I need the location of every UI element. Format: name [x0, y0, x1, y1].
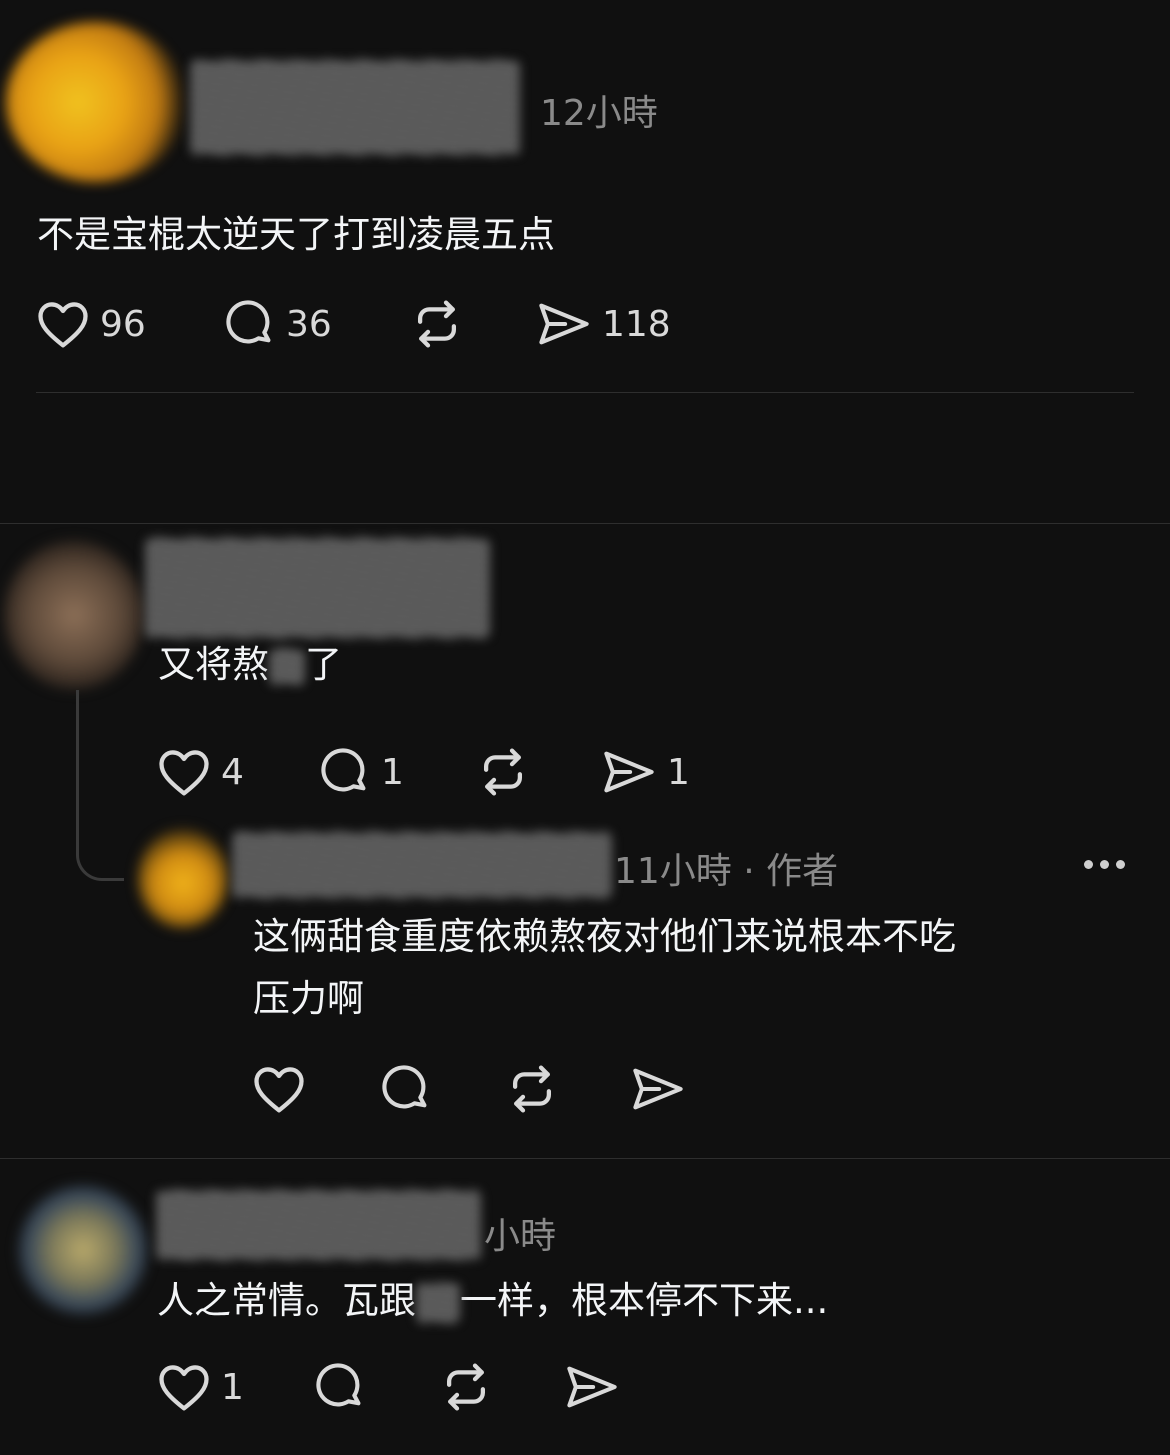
reply-button[interactable]: 36	[224, 297, 332, 351]
section-divider	[0, 523, 1170, 524]
send-icon	[604, 751, 654, 793]
reply-button[interactable]: 1	[319, 745, 404, 799]
like-button[interactable]	[252, 1062, 306, 1116]
repost-icon	[446, 1363, 486, 1411]
post-timestamp: 小時	[484, 1216, 557, 1257]
more-icon[interactable]	[1084, 860, 1125, 869]
redacted-word	[269, 648, 305, 685]
heart-icon	[38, 302, 88, 348]
username-redacted[interactable]	[232, 832, 612, 898]
share-button[interactable]	[564, 1360, 620, 1414]
repost-button[interactable]	[410, 297, 464, 351]
like-button[interactable]: 1	[157, 1360, 244, 1414]
reply-button[interactable]	[380, 1062, 432, 1116]
username-redacted[interactable]	[190, 60, 520, 155]
section-divider	[0, 1158, 1170, 1159]
reply-button[interactable]	[314, 1360, 366, 1414]
post-timestamp: 11小時 · 作者	[614, 851, 839, 892]
send-icon	[633, 1068, 683, 1110]
repost-button[interactable]	[505, 1062, 559, 1116]
comment-icon	[321, 748, 366, 792]
repost-icon	[417, 300, 457, 348]
repost-icon	[512, 1065, 552, 1113]
repost-button[interactable]	[439, 1360, 493, 1414]
post-text: 不是宝棍太逆天了打到凌晨五点	[37, 213, 555, 256]
username-redacted[interactable]	[156, 1190, 481, 1260]
reply-text-line-1: 这俩甜食重度依赖熬夜对他们来说根本不吃	[253, 915, 956, 958]
comment-icon	[226, 300, 271, 344]
share-button[interactable]: 118	[536, 297, 671, 351]
heart-icon	[254, 1067, 304, 1113]
heart-icon	[159, 1365, 209, 1411]
send-icon	[567, 1366, 617, 1408]
share-count: 118	[602, 303, 671, 345]
reply-text: 人之常情。瓦跟 一样，根本停不下来...	[157, 1279, 829, 1323]
heart-icon	[159, 750, 209, 796]
repost-button[interactable]	[476, 745, 530, 799]
comment-icon	[316, 1363, 361, 1407]
repost-icon	[483, 748, 523, 796]
share-button[interactable]: 1	[601, 745, 690, 799]
like-count: 1	[221, 1366, 244, 1408]
avatar[interactable]	[138, 828, 228, 928]
avatar[interactable]	[18, 1185, 148, 1315]
like-button[interactable]: 96	[36, 297, 146, 351]
comment-icon	[382, 1065, 427, 1109]
avatar[interactable]	[4, 540, 144, 690]
threads-page: 12小時 不是宝棍太逆天了打到凌晨五点 96 36 118 又将熬了 4 1 1…	[0, 0, 1170, 1455]
share-button[interactable]	[630, 1062, 686, 1116]
like-button[interactable]: 4	[157, 745, 244, 799]
send-icon	[539, 303, 589, 345]
avatar[interactable]	[6, 22, 186, 182]
reply-count: 36	[286, 303, 332, 345]
like-count: 96	[100, 303, 146, 345]
reply-text: 又将熬了	[158, 643, 342, 686]
redacted-word	[416, 1282, 460, 1323]
reply-count: 1	[381, 751, 404, 793]
thread-line	[76, 690, 124, 881]
post-timestamp: 12小時	[540, 93, 658, 134]
post-divider	[36, 392, 1134, 393]
like-count: 4	[221, 751, 244, 793]
reply-text-line-2: 压力啊	[253, 977, 364, 1020]
username-redacted[interactable]	[145, 538, 490, 638]
share-count: 1	[667, 751, 690, 793]
